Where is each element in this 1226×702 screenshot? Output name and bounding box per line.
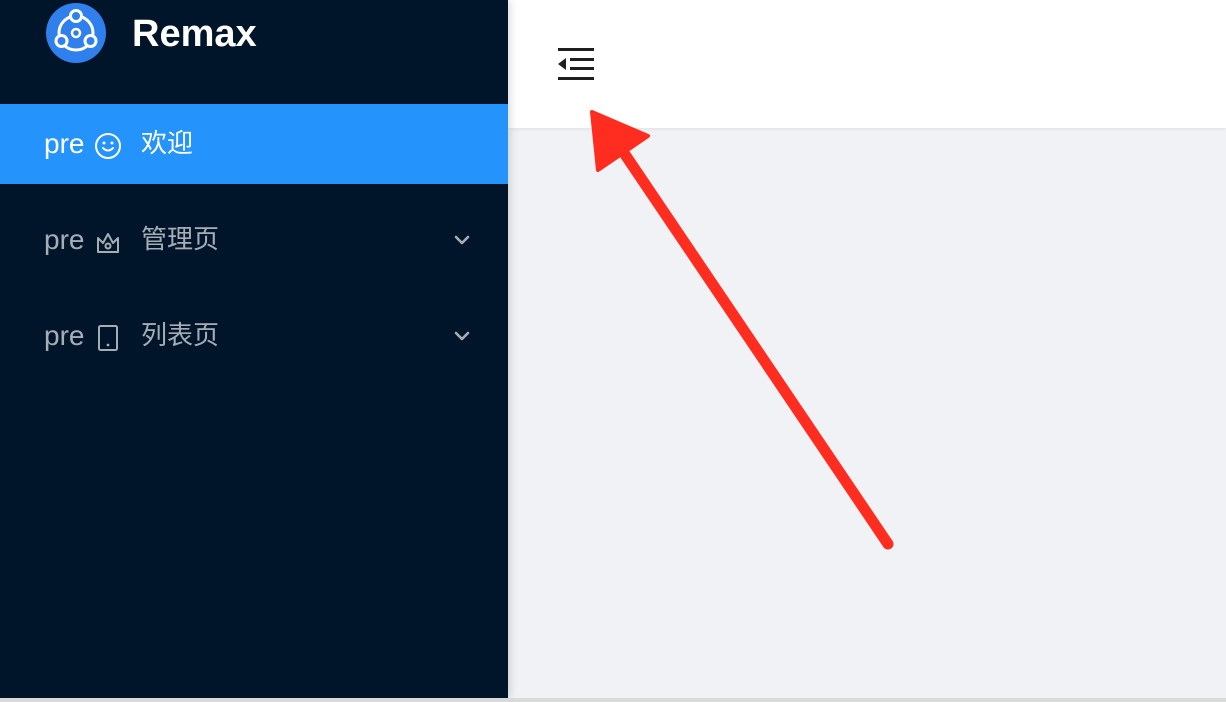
sidebar-item-admin[interactable]: pre 管理页 [0,200,508,280]
sidebar-item-prefix: pre [44,224,85,255]
sidebar-item-welcome[interactable]: pre 欢迎 [0,104,508,184]
sidebar-item-prefix: pre [44,128,85,159]
sidebar: Remax pre 欢迎 pre 管理页 pre 列表页 [0,0,508,698]
smile-icon [95,133,121,159]
sidebar-item-label: 管理页 [141,225,220,255]
chevron-down-icon[interactable] [450,228,474,252]
sidebar-item-list[interactable]: pre 列表页 [0,296,508,376]
app-title: Remax [132,13,257,55]
sidebar-item-prefix: pre [44,320,85,351]
chevron-down-icon[interactable] [450,324,474,348]
sidebar-item-label: 列表页 [141,321,220,351]
main-content [508,128,1226,698]
remax-logo-icon [46,3,106,63]
sidebar-item-label: 欢迎 [141,129,194,159]
crown-icon [97,233,119,253]
logo[interactable]: Remax [0,0,508,70]
tablet-icon [98,325,118,351]
window-bottom-border [0,698,1226,702]
top-header [508,0,1226,128]
menu-fold-icon[interactable] [556,44,596,84]
app-window: Remax pre 欢迎 pre 管理页 pre 列表页 [0,0,1226,698]
